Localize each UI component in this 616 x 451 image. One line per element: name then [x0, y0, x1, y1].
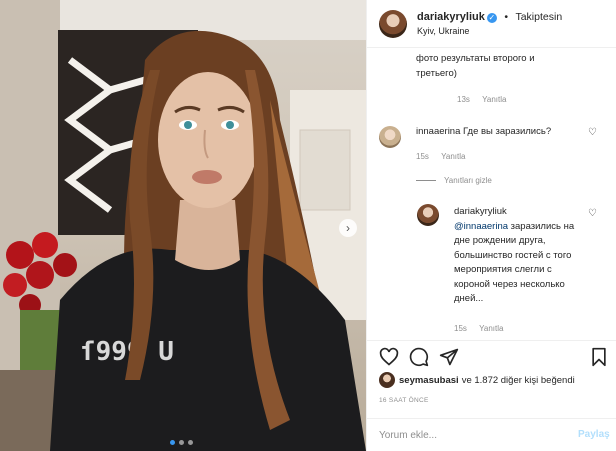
commenter-avatar[interactable] — [379, 126, 401, 148]
reply-like-heart-icon[interactable]: ♡ — [588, 208, 597, 219]
divider-line — [416, 180, 436, 181]
heart-icon[interactable] — [379, 347, 399, 367]
comment-text: Где вы заразились? — [463, 126, 552, 137]
author-info: dariakyryliuk ✓ • Takiptesin Kyiv, Ukrain… — [417, 9, 562, 38]
carousel-dot — [188, 440, 193, 445]
share-icon[interactable] — [439, 347, 459, 367]
post-side-panel: dariakyryliuk ✓ • Takiptesin Kyiv, Ukrain… — [366, 0, 616, 451]
author-username[interactable]: dariakyryliuk — [417, 11, 485, 23]
reply-button[interactable]: Yanıtla — [482, 95, 506, 104]
comment-icon[interactable] — [409, 347, 429, 367]
reply-button[interactable]: Yanıtla — [441, 152, 465, 161]
post-header: dariakyryliuk ✓ • Takiptesin Kyiv, Ukrain… — [367, 0, 616, 48]
carousel-dot-active — [170, 440, 175, 445]
svg-text:ſ999 U: ſ999 U — [80, 337, 174, 367]
reply-mention[interactable]: @innaaerina — [454, 221, 508, 232]
likes-summary: seymasubasi ve 1.872 diğer kişi beğendi — [379, 372, 575, 388]
reply-author[interactable]: dariakyryliuk — [454, 206, 507, 217]
reply-time: 15s — [454, 324, 467, 333]
reply-author-avatar[interactable] — [417, 204, 439, 226]
comments-section: фото результаты второго и третьего) 13s … — [367, 48, 616, 338]
likes-count-text[interactable]: ve 1.872 diğer kişi beğendi — [462, 375, 575, 386]
reply-button[interactable]: Yanıtla — [479, 324, 503, 333]
comment-meta: 15s Yanıtla — [416, 152, 465, 161]
liker-username[interactable]: seymasubasi — [399, 375, 459, 386]
post-actions — [367, 340, 616, 372]
hide-replies-toggle[interactable]: Yanıtları gizle — [416, 176, 492, 185]
comment-body: innaaerina Где вы заразились? — [416, 125, 586, 140]
caption-text: фото результаты второго и третьего) — [416, 53, 535, 79]
author-avatar[interactable] — [379, 9, 407, 38]
comment-input[interactable] — [379, 427, 559, 443]
post-comment-button[interactable]: Paylaş — [578, 429, 610, 440]
carousel-next-button[interactable]: › — [339, 219, 357, 237]
post-location[interactable]: Kyiv, Ukraine — [417, 24, 562, 38]
hide-replies-label: Yanıtları gizle — [444, 176, 492, 185]
comment-time: 13s — [457, 95, 470, 104]
liker-avatar[interactable] — [379, 372, 395, 388]
comment-author[interactable]: innaaerina — [416, 126, 460, 137]
add-comment-bar: Paylaş — [367, 418, 616, 451]
follow-separator: • — [504, 11, 509, 23]
bookmark-icon[interactable] — [589, 347, 609, 367]
comment-like-heart-icon[interactable]: ♡ — [588, 127, 597, 138]
carousel-dot — [179, 440, 184, 445]
post-time-ago: 16 SAAT ÖNCE — [379, 397, 429, 404]
reply-meta: 15s Yanıtla — [454, 324, 503, 333]
verified-badge-icon: ✓ — [486, 13, 497, 23]
post-photo[interactable]: ſ999 U › — [0, 0, 366, 451]
follow-status[interactable]: Takiptesin — [515, 11, 562, 23]
caption-meta: 13s Yanıtla — [457, 95, 506, 104]
comment-time: 15s — [416, 152, 429, 161]
carousel-indicator — [170, 440, 193, 445]
reply-body: dariakyryliuk @innaaerina заразились на … — [454, 205, 582, 307]
reply-text: заразились на дне рождении друга, больши… — [454, 220, 575, 305]
photo-illustration: ſ999 U — [0, 0, 366, 451]
chevron-right-icon: › — [346, 221, 350, 235]
